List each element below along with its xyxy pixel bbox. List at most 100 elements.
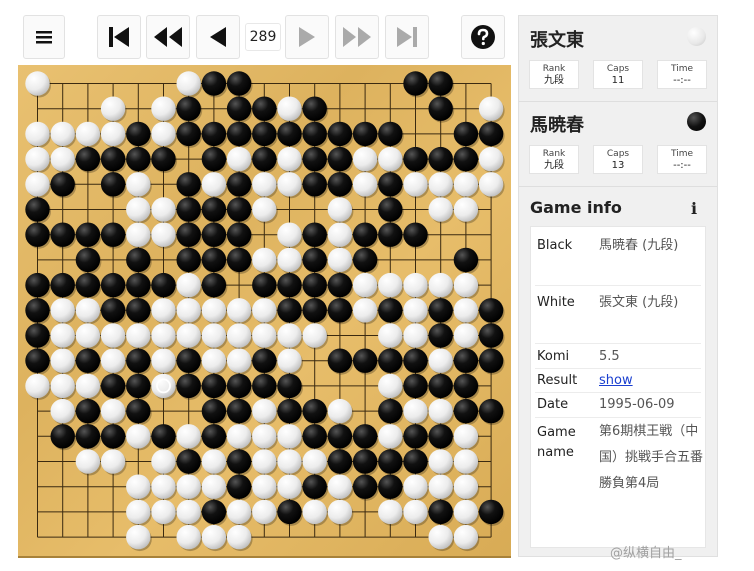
black-stone [378,449,403,474]
black-stone [201,373,227,399]
last-move-button[interactable] [385,15,429,59]
black-stone [378,298,403,323]
help-button[interactable] [461,15,505,59]
white-stone [176,272,201,298]
first-move-button[interactable] [97,15,141,59]
white-stone [378,323,403,348]
white-stone [100,121,126,147]
black-stone [226,197,252,222]
white-stone [126,197,151,222]
white-stone [453,298,479,323]
black-stone [176,373,201,399]
black-stone [25,197,50,222]
black-stone [201,146,227,172]
go-board[interactable] [18,65,511,556]
white-stone [378,499,403,525]
white-stone [277,474,302,499]
previous-move-button[interactable] [196,15,240,59]
white-stone [378,272,403,298]
show-result-link[interactable]: show [599,373,633,388]
game-info-title: Game info [530,198,622,217]
white-stone [201,172,227,197]
black-stone [478,348,504,373]
black-stone [352,474,378,499]
black-stone [252,272,277,298]
black-stone [226,449,252,474]
white-stone [428,474,453,499]
white-stone [126,323,151,348]
menu-button[interactable] [23,15,65,59]
info-icon[interactable]: i [691,199,697,218]
black-stone [50,272,75,298]
next-move-icon [299,27,315,47]
white-stone [277,146,302,172]
white-stone [378,424,403,449]
black-stone [277,298,302,323]
black-stone [302,172,327,197]
black-stone [428,424,453,449]
white-stone [176,71,201,96]
white-stone [277,323,302,348]
black-stone [176,348,201,373]
black-stone [226,96,252,121]
black-stone [302,121,327,147]
black-stone [176,197,201,222]
black-stone [252,96,277,121]
white-stone [151,197,176,222]
white-stone [176,298,201,323]
info-label: White [537,295,575,310]
board-grid[interactable] [18,65,511,556]
black-stone [176,449,201,474]
white-stone [252,298,277,323]
watermark: @纵横自由_ [610,546,682,561]
black-stone [75,146,101,172]
fast-forward-button[interactable] [335,15,379,59]
sidebar: 張文東 Rank 九段 Caps 11 Time --:-- 馬暁春 Rank … [518,15,718,557]
white-stone [100,398,126,424]
black-stone [201,247,227,273]
black-stone [478,499,504,525]
black-stone [75,272,101,298]
white-stone [75,373,101,399]
black-stone [403,424,428,449]
black-stone [327,272,353,298]
black-stone [428,146,453,172]
white-stone [100,96,126,121]
black-stone [176,121,201,147]
white-stone [453,272,479,298]
white-stone [151,499,176,525]
black-stone [327,298,353,323]
white-stone [252,449,277,474]
black-stone [302,474,327,499]
black-stone [478,323,504,348]
white-stone [327,474,353,499]
black-stone [226,247,252,273]
black-player-name: 馬暁春 [530,115,584,136]
white-stone [100,348,126,373]
info-label: Date [537,397,569,412]
black-stone [378,398,403,424]
white-player-name: 張文東 [530,30,584,51]
black-stone [252,146,277,172]
white-stone [50,121,75,147]
rewind-button[interactable] [146,15,190,59]
black-stone-icon [687,112,706,131]
menu-icon [36,31,52,44]
black-stone [201,499,227,525]
next-move-button[interactable] [285,15,329,59]
white-stone [201,298,227,323]
white-stone [226,298,252,323]
white-stone [100,449,126,474]
white-captures: Caps 11 [593,60,643,89]
black-stone [226,222,252,247]
info-label: Result [537,373,578,388]
black-stone [453,146,479,172]
rewind-icon [154,27,182,47]
black-stone [126,298,151,323]
white-stone [277,348,302,373]
white-stone [428,348,453,373]
black-stone [100,272,126,298]
white-stone [126,222,151,247]
white-stone [252,197,277,222]
black-stone [428,96,453,121]
